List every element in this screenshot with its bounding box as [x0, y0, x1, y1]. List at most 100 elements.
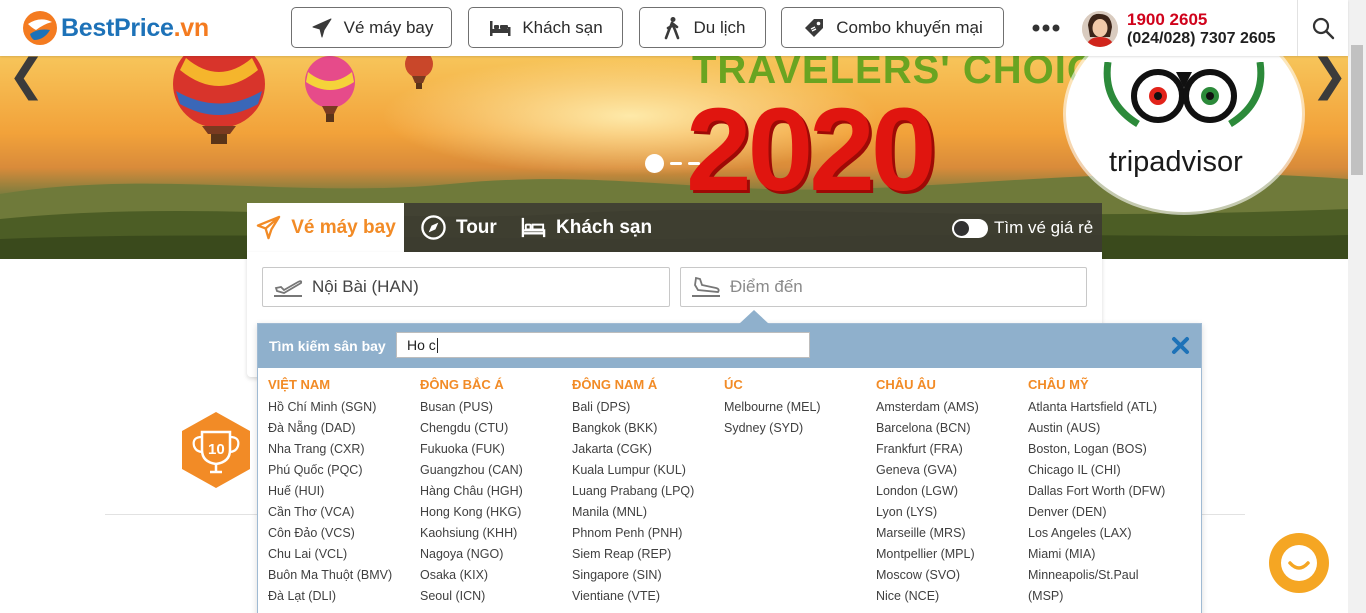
bestprice-logo[interactable]: BestPrice.vn	[22, 9, 209, 47]
airport-option[interactable]: Chu Lai (VCL)	[268, 544, 418, 565]
toggle-switch[interactable]	[952, 218, 988, 238]
plane-icon	[312, 18, 332, 37]
airport-option[interactable]: Lyon (LYS)	[876, 502, 1026, 523]
airport-option[interactable]: Melbourne (MEL)	[724, 397, 874, 418]
tripadvisor-owl-icon	[1103, 62, 1265, 127]
support-avatar	[1082, 11, 1118, 47]
airport-option[interactable]: Geneva (GVA)	[876, 460, 1026, 481]
airport-option[interactable]: Fukuoka (FUK)	[420, 439, 570, 460]
airport-option[interactable]: Singapore (SIN)	[572, 565, 722, 586]
airport-option[interactable]: Siem Reap (REP)	[572, 544, 722, 565]
airport-option[interactable]: Denver (DEN)	[1028, 502, 1178, 523]
slider-dot-active[interactable]	[645, 154, 664, 173]
airport-option[interactable]: Buôn Ma Thuột (BMV)	[268, 565, 418, 586]
hotline[interactable]: 1900 2605 (024/028) 7307 2605	[1127, 10, 1276, 48]
airport-option[interactable]: Bangkok (BKK)	[572, 418, 722, 439]
origin-field[interactable]: Nội Bài (HAN)	[262, 267, 670, 307]
hero-prev-arrow[interactable]: ❮	[8, 56, 45, 98]
airport-option[interactable]: Nice (NCE)	[876, 586, 1026, 607]
airport-region-title: CHÂU MỸ	[1028, 377, 1089, 392]
person-icon	[1082, 11, 1118, 47]
nav-hotels-button[interactable]: Khách sạn	[468, 7, 623, 48]
airport-option[interactable]: Huế (HUI)	[268, 481, 418, 502]
cheap-fare-toggle[interactable]: Tìm vé giá rẻ	[952, 218, 1093, 238]
nav-combo-button[interactable]: Combo khuyến mại	[781, 7, 1004, 48]
airport-option[interactable]: (MSP)	[1028, 586, 1178, 607]
nav-combo-label: Combo khuyến mại	[836, 17, 983, 37]
search-icon[interactable]	[1311, 16, 1335, 40]
airport-option[interactable]: Busan (PUS)	[420, 397, 570, 418]
airport-option[interactable]: Hồ Chí Minh (SGN)	[268, 397, 418, 418]
airport-option[interactable]: Boston, Logan (BOS)	[1028, 439, 1178, 460]
airport-option[interactable]: Seoul (ICN)	[420, 586, 570, 607]
more-dots-icon[interactable]	[1031, 17, 1061, 37]
airport-option[interactable]: Kaohsiung (KHH)	[420, 523, 570, 544]
airport-option[interactable]: Jakarta (CGK)	[572, 439, 722, 460]
balloon-graphic	[305, 56, 355, 122]
destination-field[interactable]: Điểm đến	[680, 267, 1087, 307]
hotline-primary[interactable]: 1900 2605	[1127, 10, 1276, 29]
scrollbar-thumb[interactable]	[1351, 45, 1363, 175]
chat-button[interactable]	[1269, 533, 1329, 593]
bed-icon	[521, 217, 546, 238]
slider-dots	[645, 154, 700, 173]
airport-option[interactable]: Chengdu (CTU)	[420, 418, 570, 439]
tab-tour[interactable]: Tour	[420, 203, 497, 252]
airport-region-column: CHÂU MỸ Atlanta Hartsfield (ATL) Austin (A…	[1028, 376, 1178, 607]
airport-option[interactable]: Côn Đảo (VCS)	[268, 523, 418, 544]
tab-hotels[interactable]: Khách sạn	[520, 203, 652, 252]
airport-option[interactable]: Moscow (SVO)	[876, 565, 1026, 586]
airport-option[interactable]: Luang Prabang (LPQ)	[572, 481, 722, 502]
tab-flights[interactable]: Vé máy bay	[247, 203, 404, 252]
airport-option[interactable]: Dallas Fort Worth (DFW)	[1028, 481, 1178, 502]
nav-flights-button[interactable]: Vé máy bay	[291, 7, 452, 48]
airport-option[interactable]: Hàng Châu (HGH)	[420, 481, 570, 502]
airport-option[interactable]: Austin (AUS)	[1028, 418, 1178, 439]
airport-option[interactable]: Osaka (KIX)	[420, 565, 570, 586]
airport-option[interactable]: Vientiane (VTE)	[572, 586, 722, 607]
airport-option[interactable]: Barcelona (BCN)	[876, 418, 1026, 439]
airport-option[interactable]: Sydney (SYD)	[724, 418, 874, 439]
nav-hotels-label: Khách sạn	[522, 17, 603, 37]
airport-region-title: VIỆT NAM	[268, 377, 331, 392]
airport-option[interactable]: Manila (MNL)	[572, 502, 722, 523]
airport-option[interactable]: Nagoya (NGO)	[420, 544, 570, 565]
search-widget-tabs: Vé máy bay Tour Khách sạn Tìm vé giá rẻ	[247, 203, 1102, 252]
airport-option[interactable]: Frankfurt (FRA)	[876, 439, 1026, 460]
airport-option[interactable]: Los Angeles (LAX)	[1028, 523, 1178, 544]
airport-option[interactable]: Marseille (MRS)	[876, 523, 1026, 544]
site-header: BestPrice.vn Vé máy bay Khách sạn Du lịc…	[0, 0, 1348, 56]
trophy-badge-icon: 10	[182, 412, 250, 488]
airport-option[interactable]: Chicago IL (CHI)	[1028, 460, 1178, 481]
airport-option[interactable]: Phnom Penh (PNH)	[572, 523, 722, 544]
airport-search-input[interactable]: Ho c	[396, 332, 810, 358]
airport-option[interactable]: Đà Lạt (DLI)	[268, 586, 418, 607]
tab-tour-label: Tour	[456, 216, 497, 238]
airport-option[interactable]: Minneapolis/St.Paul	[1028, 565, 1178, 586]
hotline-secondary[interactable]: (024/028) 7307 2605	[1127, 29, 1276, 48]
airport-option[interactable]: Hong Kong (HKG)	[420, 502, 570, 523]
takeoff-icon	[274, 280, 303, 297]
award-year: 2020	[686, 84, 937, 216]
hero-next-arrow[interactable]: ❯	[1311, 56, 1348, 98]
airport-search-value: Ho c	[407, 337, 436, 353]
nav-tours-button[interactable]: Du lịch	[639, 7, 766, 48]
svg-text:10: 10	[208, 441, 225, 458]
slider-dot[interactable]	[688, 162, 700, 165]
airport-option[interactable]: Amsterdam (AMS)	[876, 397, 1026, 418]
airport-option[interactable]: Nha Trang (CXR)	[268, 439, 418, 460]
airport-option[interactable]: Guangzhou (CAN)	[420, 460, 570, 481]
airport-option[interactable]: Cần Thơ (VCA)	[268, 502, 418, 523]
slider-dot[interactable]	[670, 162, 682, 165]
airport-option[interactable]: Montpellier (MPL)	[876, 544, 1026, 565]
airport-region-column: ĐÔNG NAM Á Bali (DPS) Bangkok (BKK) Jakarta…	[572, 376, 722, 607]
airport-option[interactable]: Phú Quốc (PQC)	[268, 460, 418, 481]
airport-option[interactable]: London (LGW)	[876, 481, 1026, 502]
airport-option[interactable]: Miami (MIA)	[1028, 544, 1178, 565]
airport-option[interactable]: Atlanta Hartsfield (ATL)	[1028, 397, 1178, 418]
airport-option[interactable]: Kuala Lumpur (KUL)	[572, 460, 722, 481]
close-icon[interactable]	[1170, 335, 1191, 356]
airport-option[interactable]: Đà Nẵng (DAD)	[268, 418, 418, 439]
airport-region-column: ĐÔNG BẮC Á Busan (PUS) Chengdu (CTU) Fukuok…	[420, 376, 570, 607]
airport-option[interactable]: Bali (DPS)	[572, 397, 722, 418]
